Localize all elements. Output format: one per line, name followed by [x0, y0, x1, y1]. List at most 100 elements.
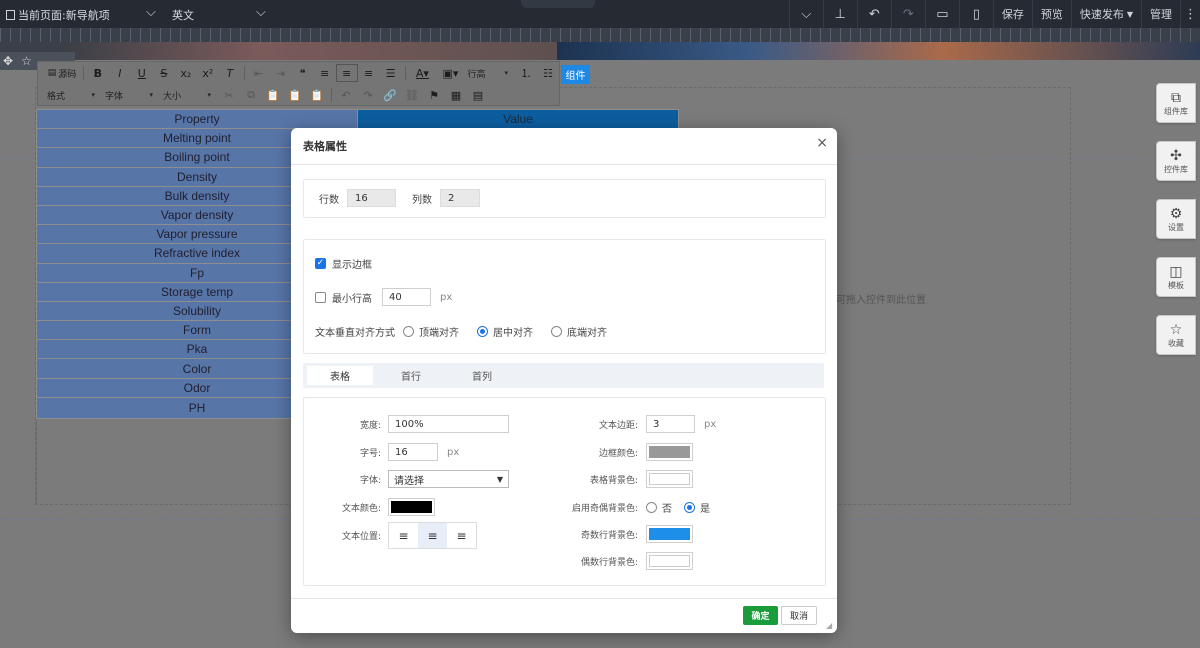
background-color-icon[interactable]: ▣▾ — [436, 64, 464, 82]
align-bottom-icon[interactable]: ⊥ — [822, 0, 857, 28]
source-button[interactable]: ▤ 源码 — [44, 64, 80, 82]
star-icon[interactable]: ☆ — [21, 54, 32, 68]
even-bg-label: 偶数行背景色: — [580, 557, 638, 568]
font-select[interactable]: 请选择 ▼ — [388, 470, 509, 488]
control-library-button[interactable]: ✣ 控件库 — [1156, 141, 1196, 181]
valign-bottom-radio[interactable] — [551, 326, 562, 337]
menu-icon[interactable]: ⋮ — [1180, 0, 1200, 28]
min-row-height-input[interactable]: 40 — [382, 288, 431, 306]
move-icon[interactable]: ✥ — [3, 54, 13, 68]
puzzle-icon: ✣ — [1170, 147, 1182, 164]
valign-label: 文本垂直对齐方式 — [315, 328, 395, 339]
px-unit: px — [440, 291, 453, 303]
align-right-icon[interactable]: ≡ — [447, 523, 476, 548]
valign-middle-label: 居中对齐 — [493, 328, 533, 339]
clear-format-icon[interactable]: T — [219, 64, 241, 82]
preview-button[interactable]: 预览 — [1031, 0, 1071, 28]
padding-input[interactable]: 3 — [646, 415, 695, 433]
paste-text-icon[interactable]: 📋 — [284, 86, 306, 104]
bulleted-list-icon[interactable]: ☷ — [537, 64, 559, 82]
table-header-cell[interactable]: Value — [357, 108, 679, 130]
desktop-icon[interactable]: ▭ — [924, 0, 959, 28]
tab-first-row[interactable]: 首行 — [378, 366, 444, 385]
table-header-cell[interactable]: Property — [36, 108, 358, 130]
italic-icon[interactable]: I — [109, 64, 131, 82]
outdent-icon[interactable]: ⇤ — [248, 64, 270, 82]
redo-icon[interactable]: ↷ — [890, 0, 925, 28]
even-bg-swatch[interactable] — [646, 552, 693, 570]
show-border-checkbox[interactable]: ✓ — [315, 258, 326, 269]
anchor-flag-icon[interactable]: ⚑ — [423, 86, 445, 104]
border-color-swatch[interactable] — [646, 443, 693, 461]
chevron-down-icon[interactable]: ⌵ — [256, 5, 266, 20]
mobile-icon[interactable]: ▯ — [958, 0, 993, 28]
manage-button[interactable]: 管理 — [1141, 0, 1180, 28]
template-button[interactable]: ◫ 模板 — [1156, 257, 1196, 297]
link-icon[interactable]: 🔗 — [379, 86, 401, 104]
align-justify-icon[interactable]: ☰ — [380, 64, 402, 82]
strikethrough-icon[interactable]: S — [153, 64, 175, 82]
paste-word-icon[interactable]: 📋 — [306, 86, 328, 104]
format-combo[interactable]: 格式 ▾ — [44, 87, 98, 103]
valign-middle-radio[interactable] — [477, 326, 488, 337]
favorites-button[interactable]: ☆ 收藏 — [1156, 315, 1196, 355]
underline-icon[interactable]: U — [131, 64, 153, 82]
font-combo[interactable]: 字体 ▾ — [102, 87, 156, 103]
superscript-icon[interactable]: x² — [197, 64, 219, 82]
redo-icon[interactable]: ↷ — [357, 86, 379, 104]
settings-button[interactable]: ⚙ 设置 — [1156, 199, 1196, 239]
copy-icon[interactable]: ⧉ — [240, 86, 262, 104]
undo-icon[interactable]: ↶ — [856, 0, 891, 28]
chevron-down-icon[interactable]: ⌵ — [146, 5, 156, 20]
add-component-button[interactable]: 组件 — [561, 65, 590, 84]
align-right-icon[interactable]: ≡ — [358, 64, 380, 82]
language-selector[interactable]: 英文 — [172, 7, 194, 23]
unlink-icon[interactable]: ⛓ — [401, 86, 423, 104]
cancel-button[interactable]: 取消 — [781, 606, 817, 625]
confirm-button[interactable]: 确定 — [743, 606, 778, 625]
component-library-button[interactable]: ⧉ 组件库 — [1156, 83, 1196, 123]
undo-icon[interactable]: ↶ — [335, 86, 357, 104]
caret-down-icon: ▾ — [207, 91, 211, 99]
valign-top-radio[interactable] — [403, 326, 414, 337]
table-bg-fill — [649, 473, 690, 485]
cut-icon[interactable]: ✂ — [218, 86, 240, 104]
bold-icon[interactable]: B — [87, 64, 109, 82]
align-left-icon[interactable]: ≡ — [314, 64, 336, 82]
table-bg-swatch[interactable] — [646, 470, 693, 488]
caret-down-icon: ▾ — [91, 91, 95, 99]
tab-table[interactable]: 表格 — [307, 366, 373, 385]
subscript-icon[interactable]: x₂ — [175, 64, 197, 82]
align-left-icon[interactable]: ≡ — [389, 523, 418, 548]
table-props-icon[interactable]: ▤ — [467, 86, 489, 104]
text-color-swatch[interactable] — [388, 498, 435, 516]
rows-label: 行数 — [319, 194, 339, 206]
paste-icon[interactable]: 📋 — [262, 86, 284, 104]
align-center-icon[interactable]: ≡ — [335, 64, 358, 82]
save-button[interactable]: 保存 — [992, 0, 1032, 28]
align-center-icon[interactable]: ≡ — [418, 523, 447, 548]
text-color-icon[interactable]: A▾ — [408, 64, 436, 82]
resize-grip-icon[interactable]: ◢ — [826, 622, 834, 630]
table-icon[interactable]: ▦ — [445, 86, 467, 104]
line-height-combo[interactable]: 行高 ▾ — [464, 65, 511, 81]
width-input[interactable]: 100% — [388, 415, 509, 433]
top-bar: 当前页面:新导航项 ⌵ 英文 ⌵ ⌵ ⊥ ↶ ↷ ▭ ▯ 保存 预览 快速发布 … — [0, 0, 1200, 28]
chevron-down-icon[interactable]: ⌵ — [788, 0, 823, 28]
zebra-no-radio[interactable] — [646, 502, 657, 513]
min-row-height-checkbox[interactable] — [315, 291, 326, 303]
collapse-tab[interactable] — [521, 0, 595, 8]
font-size-input[interactable]: 16 — [388, 443, 438, 461]
blockquote-icon[interactable]: ❝ — [292, 64, 314, 82]
copy-icon: ⧉ — [1171, 89, 1181, 106]
numbered-list-icon[interactable]: ⒈ — [515, 64, 537, 82]
current-page-selector[interactable]: 当前页面:新导航项 — [6, 7, 110, 23]
size-combo[interactable]: 大小 ▾ — [160, 87, 214, 103]
zebra-yes-radio[interactable] — [684, 502, 695, 513]
caret-down-icon: ▾ — [149, 91, 153, 99]
quick-publish-button[interactable]: 快速发布 ▼ — [1070, 0, 1141, 28]
close-icon[interactable]: × — [816, 135, 828, 151]
odd-bg-swatch[interactable] — [646, 525, 693, 543]
tab-first-column[interactable]: 首列 — [449, 366, 515, 385]
indent-icon[interactable]: ⇥ — [270, 64, 292, 82]
